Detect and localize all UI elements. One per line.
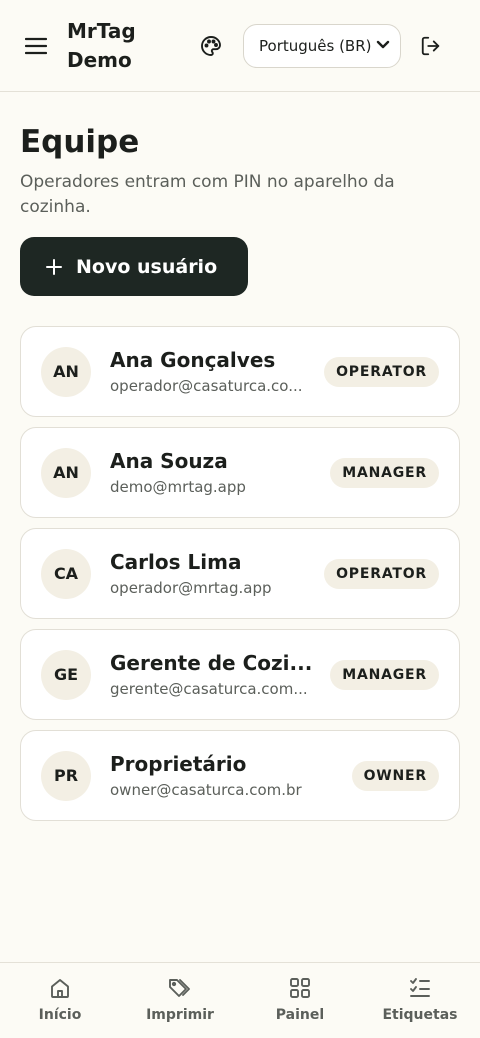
avatar: GE — [41, 649, 91, 700]
user-name: Ana Souza — [110, 449, 228, 473]
user-info: Ana Gonçalves operador@casaturca.co... — [110, 347, 310, 396]
role-badge: MANAGER — [330, 659, 439, 690]
user-name: Proprietário — [110, 752, 247, 776]
app-brand: MrTag Demo — [67, 17, 187, 75]
nav-item-label: Imprimir — [146, 1007, 214, 1023]
user-email: operador@mrtag.app — [110, 579, 272, 597]
nav-item-etiquetas[interactable]: Etiquetas — [360, 963, 480, 1038]
role-badge: OPERATOR — [324, 356, 439, 387]
user-card[interactable]: AN Ana Gonçalves operador@casaturca.co..… — [20, 326, 460, 417]
user-name: Carlos Lima — [110, 550, 242, 574]
nav-item-label: Início — [38, 1007, 82, 1023]
new-user-button-label: Novo usuário — [76, 255, 218, 278]
user-info: Gerente de Cozi... gerente@casaturca.com… — [110, 650, 316, 699]
user-name: Gerente de Cozi... — [110, 651, 313, 675]
user-email: operador@casaturca.co... — [110, 377, 303, 395]
nav-item-label: Painel — [275, 1007, 325, 1023]
user-name: Ana Gonçalves — [110, 348, 276, 372]
plus-icon — [46, 258, 62, 275]
user-card[interactable]: CA Carlos Lima operador@mrtag.app OPERAT… — [20, 528, 460, 619]
top-bar: MrTag Demo Português (BR) — [0, 0, 480, 92]
tags-icon — [167, 976, 193, 1000]
palette-icon[interactable] — [197, 32, 225, 60]
chevron-down-icon — [376, 37, 390, 55]
hamburger-menu-icon[interactable] — [22, 32, 50, 60]
new-user-button[interactable]: Novo usuário — [20, 237, 248, 296]
user-list: AN Ana Gonçalves operador@casaturca.co..… — [20, 326, 460, 821]
grid-icon — [288, 976, 312, 1000]
user-card[interactable]: PR Proprietário owner@casaturca.com.br O… — [20, 730, 460, 821]
app-root: MrTag Demo Português (BR) Equipe Operado… — [0, 0, 480, 1038]
brand-line-1: MrTag — [67, 18, 136, 43]
nav-item-painel[interactable]: Painel — [240, 963, 360, 1038]
role-badge: MANAGER — [330, 457, 439, 488]
logout-icon[interactable] — [417, 32, 445, 60]
user-info: Ana Souza demo@mrtag.app — [110, 448, 316, 497]
bottom-nav: Início Imprimir Painel Etiquetas — [0, 962, 480, 1038]
avatar: PR — [41, 750, 91, 801]
user-email: gerente@casaturca.com... — [110, 680, 308, 698]
avatar: AN — [41, 447, 91, 498]
home-icon — [48, 976, 72, 1000]
nav-item-label: Etiquetas — [382, 1007, 458, 1023]
avatar: CA — [41, 548, 91, 599]
role-badge: OWNER — [351, 760, 439, 791]
page-title: Equipe — [20, 124, 140, 160]
user-email: demo@mrtag.app — [110, 478, 246, 496]
page-subtitle: Operadores entram com PIN no aparelho da… — [20, 172, 395, 217]
role-badge: OPERATOR — [324, 558, 439, 589]
nav-item-imprimir[interactable]: Imprimir — [120, 963, 240, 1038]
user-email: owner@casaturca.com.br — [110, 781, 302, 799]
checklist-icon — [408, 976, 432, 1000]
user-card[interactable]: AN Ana Souza demo@mrtag.app MANAGER — [20, 427, 460, 518]
user-info: Carlos Lima operador@mrtag.app — [110, 549, 310, 598]
main-content: Equipe Operadores entram com PIN no apar… — [0, 124, 480, 821]
user-info: Proprietário owner@casaturca.com.br — [110, 751, 338, 800]
nav-item-inicio[interactable]: Início — [0, 963, 120, 1038]
avatar: AN — [41, 346, 91, 397]
language-select[interactable]: Português (BR) — [243, 23, 401, 68]
language-selected-value: Português (BR) — [259, 36, 372, 55]
brand-line-2: Demo — [67, 47, 132, 72]
user-card[interactable]: GE Gerente de Cozi... gerente@casaturca.… — [20, 629, 460, 720]
